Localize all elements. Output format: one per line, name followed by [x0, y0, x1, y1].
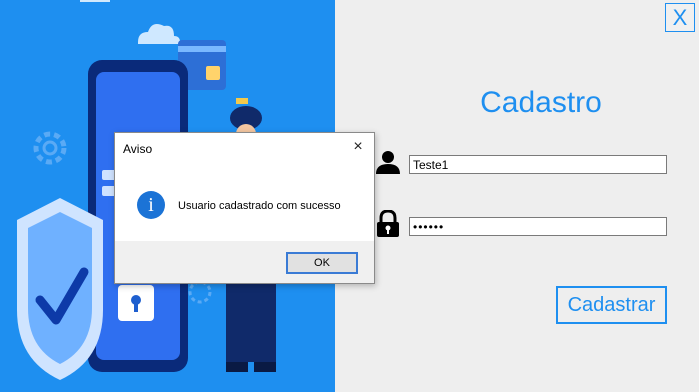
message-dialog: Aviso × i Usuario cadastrado com sucesso… — [114, 132, 375, 284]
dialog-message: Usuario cadastrado com sucesso — [178, 200, 341, 212]
cadastrar-button[interactable]: Cadastrar — [556, 286, 667, 324]
user-icon — [376, 151, 400, 174]
password-field[interactable] — [409, 217, 667, 236]
page-title: Cadastro — [480, 86, 602, 119]
lock-icon — [377, 210, 399, 237]
dialog-title: Aviso — [123, 142, 153, 156]
close-icon[interactable]: × — [348, 137, 368, 157]
username-field[interactable] — [409, 155, 667, 174]
form-panel — [335, 0, 699, 392]
close-window-button[interactable]: X — [665, 3, 695, 32]
info-icon: i — [137, 191, 165, 219]
dialog-footer: OK — [115, 241, 374, 283]
ok-button[interactable]: OK — [286, 252, 358, 274]
